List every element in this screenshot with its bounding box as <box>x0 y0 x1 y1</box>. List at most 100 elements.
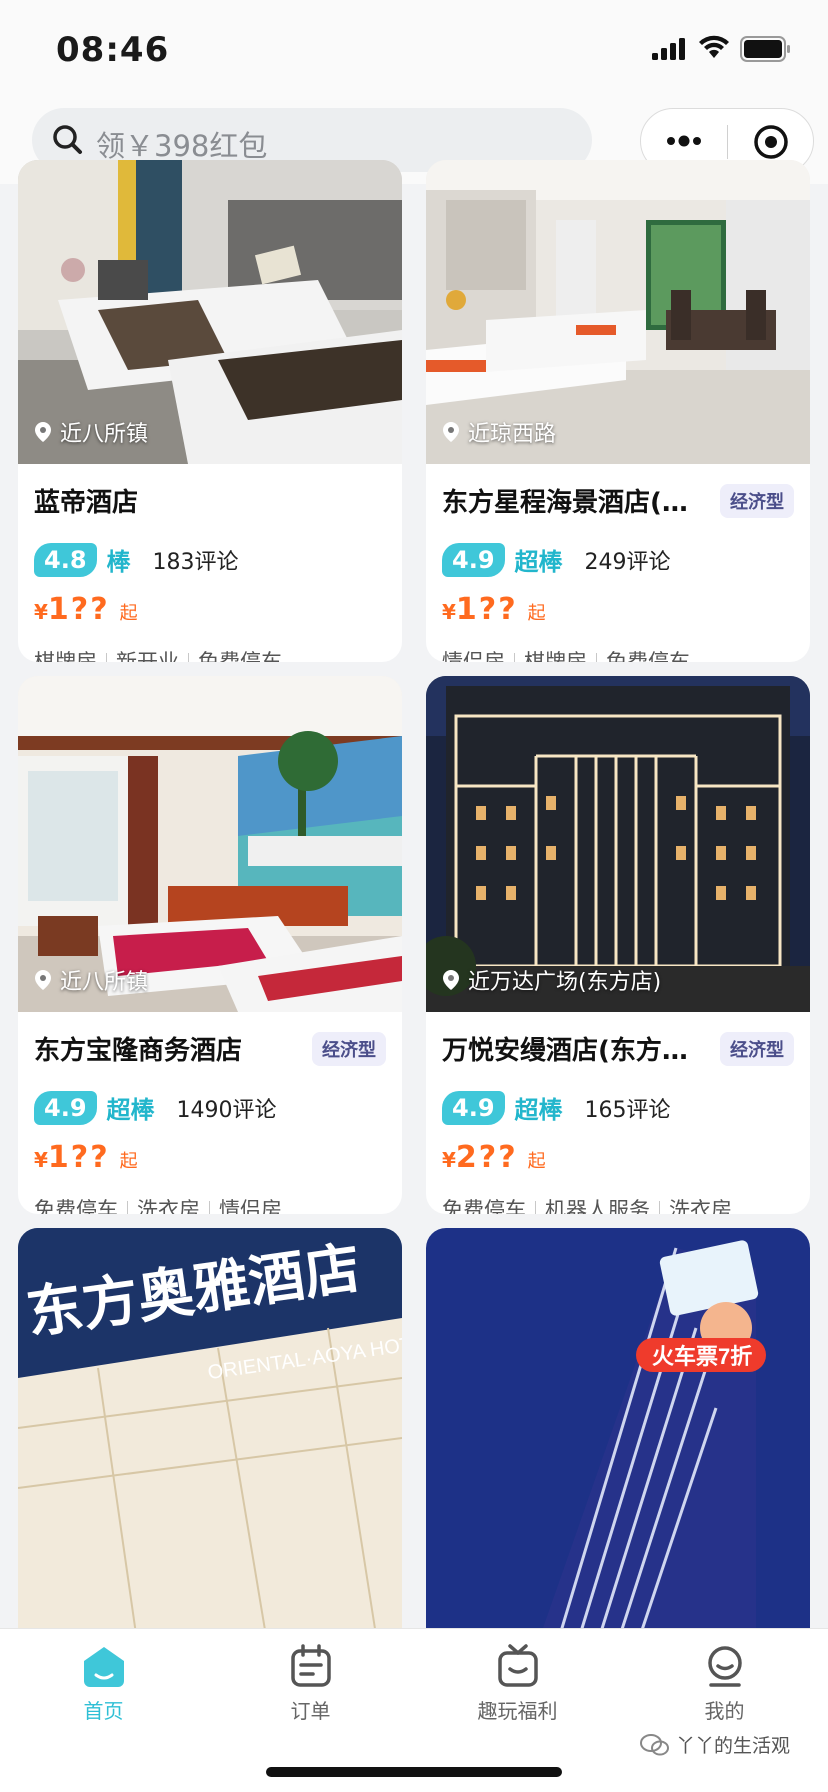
score-word: 超棒 <box>514 548 563 576</box>
rating-row: 4.9 超棒 1490评论 <box>34 1090 277 1125</box>
title-row: 东方宝隆商务酒店 经济型 <box>34 1030 386 1067</box>
location-text: 近八所镇 <box>60 970 149 995</box>
hotel-card[interactable]: 火车票7折 <box>426 1228 810 1648</box>
hotel-photo: 近八所镇 <box>18 160 402 464</box>
hotel-card[interactable]: 近八所镇 蓝帝酒店 4.8 棒 183评论 ¥ 1?? 起 棋牌房 新开业 免费… <box>18 160 402 662</box>
title-row: 东方星程海景酒店(… 经济型 <box>442 482 794 519</box>
price-suffix: 起 <box>527 603 546 624</box>
feature-tag: 免费停车 <box>442 1198 526 1214</box>
price-symbol: ¥ <box>442 600 456 624</box>
hotel-photo: 火车票7折 <box>426 1228 810 1648</box>
title-row: 万悦安缦酒店(东方… 经济型 <box>442 1030 794 1067</box>
feature-tag: 免费停车 <box>34 1198 118 1214</box>
hotel-name: 蓝帝酒店 <box>34 488 139 518</box>
feature-tags: 情侣房 棋牌房 免费停车 <box>442 646 690 662</box>
status-bar: 08:46 <box>0 0 828 100</box>
price-row: ¥ 1?? 起 <box>34 1140 138 1175</box>
price-value: 1?? <box>47 1140 110 1175</box>
location-text: 近琼西路 <box>468 422 557 447</box>
search-placeholder: 领￥398红包 <box>96 129 268 163</box>
tab-home[interactable]: 首页 <box>0 1643 207 1724</box>
price-suffix: 起 <box>119 603 138 624</box>
card-info: 东方宝隆商务酒店 经济型 4.9 超棒 1490评论 ¥ 1?? 起 免费停车 … <box>18 1012 402 1214</box>
hotel-type-tag: 经济型 <box>720 483 794 518</box>
review-count: 183评论 <box>152 549 239 575</box>
user-profile-icon <box>707 1646 742 1687</box>
price-symbol: ¥ <box>34 600 48 624</box>
hotel-card[interactable]: 近琼西路 东方星程海景酒店(… 经济型 4.9 超棒 249评论 ¥ 1?? 起… <box>426 160 810 662</box>
card-info: 万悦安缦酒店(东方… 经济型 4.9 超棒 165评论 ¥ 2?? 起 免费停车… <box>426 1012 810 1214</box>
location-label: 近万达广场(东方店) <box>442 964 661 996</box>
cellular-signal-icon <box>652 38 685 60</box>
tag-divider <box>535 1201 536 1214</box>
location-label: 近琼西路 <box>442 416 556 448</box>
feature-tag: 棋牌房 <box>524 650 587 662</box>
title-row: 蓝帝酒店 <box>34 482 386 519</box>
tab-label: 趣玩福利 <box>477 1699 558 1723</box>
feature-tags: 免费停车 机器人服务 洗衣房 <box>442 1194 732 1214</box>
hotel-card[interactable]: 近万达广场(东方店) 万悦安缦酒店(东方… 经济型 4.9 超棒 165评论 ¥… <box>426 676 810 1214</box>
home-indicator <box>266 1767 562 1777</box>
tab-profile[interactable]: 我的 <box>621 1643 828 1724</box>
feature-tag: 新开业 <box>116 650 179 662</box>
location-pin-icon <box>443 422 459 442</box>
tag-divider <box>188 653 189 662</box>
tab-fun-benefits[interactable]: 趣玩福利 <box>414 1643 621 1724</box>
feature-tag: 情侣房 <box>219 1198 282 1214</box>
card-info: 东方星程海景酒店(… 经济型 4.9 超棒 249评论 ¥ 1?? 起 情侣房 … <box>426 464 810 662</box>
close-miniapp-icon[interactable] <box>751 122 791 162</box>
location-text: 近八所镇 <box>60 422 149 447</box>
wifi-icon <box>699 35 729 58</box>
score-badge: 4.9 <box>34 1090 97 1125</box>
more-dots-icon[interactable] <box>665 133 705 149</box>
card-info: 蓝帝酒店 4.8 棒 183评论 ¥ 1?? 起 棋牌房 新开业 免费停车 <box>18 464 402 662</box>
price-row: ¥ 2?? 起 <box>442 1140 546 1175</box>
status-time: 08:46 <box>56 30 170 70</box>
capsule-divider <box>727 125 728 159</box>
score-word: 棒 <box>106 548 131 576</box>
order-list-icon <box>290 1644 331 1687</box>
price-symbol: ¥ <box>442 1148 456 1172</box>
tab-label: 我的 <box>704 1699 745 1723</box>
price-value: 1?? <box>455 592 518 627</box>
rating-row: 4.9 超棒 249评论 <box>442 542 671 577</box>
hotel-card[interactable]: 东方奥雅酒店 ORIENTAL·AOYA HOTEL <box>18 1228 402 1648</box>
hotel-card[interactable]: 近八所镇 东方宝隆商务酒店 经济型 4.9 超棒 1490评论 ¥ 1?? 起 … <box>18 676 402 1214</box>
hotel-name: 东方宝隆商务酒店 <box>34 1036 243 1066</box>
hotel-type-tag: 经济型 <box>312 1031 386 1066</box>
location-pin-icon <box>35 422 51 442</box>
location-pin-icon <box>443 970 459 990</box>
hotel-photo: 近八所镇 <box>18 676 402 1012</box>
location-label: 近八所镇 <box>34 964 148 996</box>
hotel-name: 万悦安缦酒店(东方… <box>442 1036 688 1066</box>
feature-tag: 洗衣房 <box>669 1198 732 1214</box>
tab-orders[interactable]: 订单 <box>207 1643 414 1724</box>
score-badge: 4.9 <box>442 542 505 577</box>
feature-tag: 棋牌房 <box>34 650 97 662</box>
score-word: 超棒 <box>106 1096 155 1124</box>
feature-tags: 免费停车 洗衣房 情侣房 <box>34 1194 282 1214</box>
price-value: 2?? <box>455 1140 518 1175</box>
feature-tag: 机器人服务 <box>545 1198 650 1214</box>
rating-row: 4.9 超棒 165评论 <box>442 1090 671 1125</box>
watermark: 丫丫的生活观 <box>640 1731 790 1758</box>
wechat-icon <box>640 1733 669 1755</box>
feature-tag: 免费停车 <box>606 650 690 662</box>
review-count: 249评论 <box>584 549 671 575</box>
review-count: 1490评论 <box>176 1097 277 1123</box>
location-pin-icon <box>35 970 51 990</box>
search-icon <box>53 125 82 154</box>
hotel-photo: 近琼西路 <box>426 160 810 464</box>
gift-box-icon <box>497 1644 538 1687</box>
bottom-tab-bar: 首页 订单 趣玩福利 我的 丫丫的生活观 <box>0 1628 828 1792</box>
feature-tag: 免费停车 <box>198 650 282 662</box>
watermark-text: 丫丫的生活观 <box>676 1735 791 1757</box>
tag-divider <box>106 653 107 662</box>
feature-tag: 情侣房 <box>442 650 505 662</box>
home-icon <box>83 1647 124 1687</box>
tag-divider <box>514 653 515 662</box>
price-suffix: 起 <box>119 1151 138 1172</box>
battery-icon <box>740 36 790 62</box>
score-badge: 4.8 <box>34 542 97 577</box>
hotel-photo: 东方奥雅酒店 ORIENTAL·AOYA HOTEL <box>18 1228 402 1648</box>
